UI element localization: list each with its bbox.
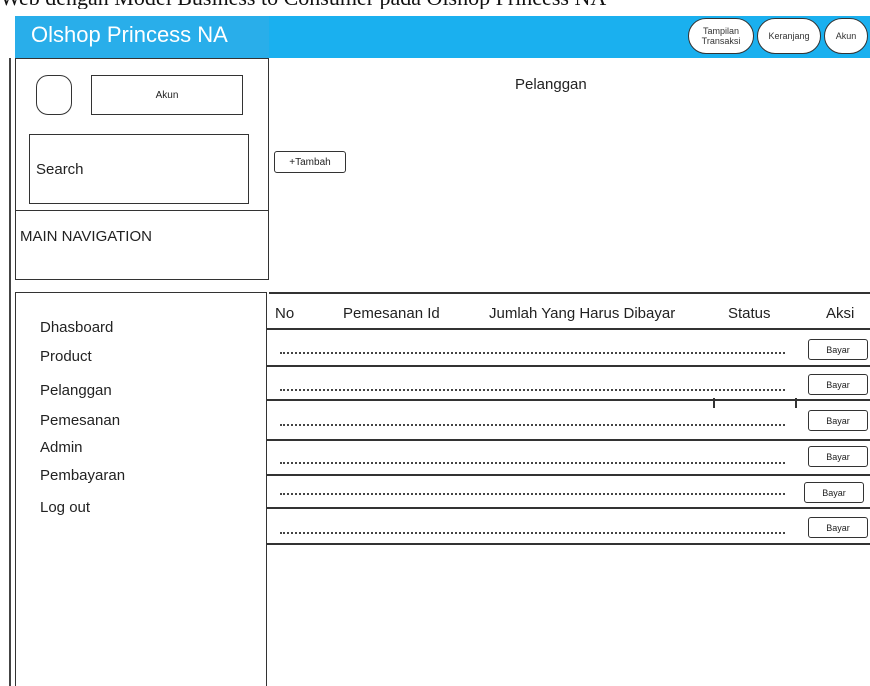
table-top-rule (269, 292, 870, 294)
tampilan-transaksi-button[interactable]: Tampilan Transaksi (688, 18, 754, 54)
sidebar-item-admin[interactable]: Admin (40, 439, 83, 456)
document-caption: Web dengan Model Business to Consumer pa… (0, 0, 870, 9)
add-button[interactable]: +Tambah (274, 151, 346, 173)
sidebar-item-pembayaran[interactable]: Pembayaran (40, 467, 125, 484)
bayar-button[interactable]: Bayar (808, 446, 868, 467)
table-row-divider (267, 474, 870, 476)
brand-title: Olshop Princess NA (31, 22, 228, 47)
table-row (280, 389, 785, 391)
main-navigation-heading: MAIN NAVIGATION (15, 210, 269, 280)
column-header-jumlah: Jumlah Yang Harus Dibayar (489, 305, 676, 322)
table-row-divider (267, 439, 870, 441)
column-header-aksi: Aksi (826, 305, 855, 322)
column-header-pemesanan-id: Pemesanan Id (343, 305, 440, 322)
column-header-no: No (275, 305, 295, 322)
row-tick-mark (713, 398, 715, 408)
table-row (280, 424, 785, 426)
search-input[interactable]: Search (29, 134, 249, 204)
table-row (280, 532, 785, 534)
sidebar-item-logout[interactable]: Log out (40, 499, 90, 516)
sidebar-item-dashboard[interactable]: Dhasboard (40, 319, 113, 336)
table-row-divider (267, 399, 870, 401)
table-row (280, 462, 785, 464)
table-row-divider (267, 328, 870, 330)
bayar-button[interactable]: Bayar (804, 482, 864, 503)
table-row-divider (267, 507, 870, 509)
bayar-button[interactable]: Bayar (808, 374, 868, 395)
sidebar-item-pemesanan[interactable]: Pemesanan (40, 412, 120, 429)
bayar-button[interactable]: Bayar (808, 517, 868, 538)
keranjang-button[interactable]: Keranjang (757, 18, 821, 54)
row-tick-mark (795, 398, 797, 408)
account-button[interactable]: Akun (91, 75, 243, 115)
table-row-divider (267, 365, 870, 367)
akun-header-button[interactable]: Akun (824, 18, 868, 54)
sidebar-item-pelanggan[interactable]: Pelanggan (40, 382, 112, 399)
left-border (9, 58, 11, 686)
bayar-button[interactable]: Bayar (808, 410, 868, 431)
table-bottom-rule (267, 543, 870, 545)
page-title: Pelanggan (515, 76, 587, 93)
table-row (280, 352, 785, 354)
table-row (280, 493, 785, 495)
sidebar-item-product[interactable]: Product (40, 348, 92, 365)
avatar[interactable] (36, 75, 72, 115)
bayar-button[interactable]: Bayar (808, 339, 868, 360)
column-header-status: Status (728, 305, 771, 322)
brand-block[interactable]: Olshop Princess NA (15, 16, 269, 60)
